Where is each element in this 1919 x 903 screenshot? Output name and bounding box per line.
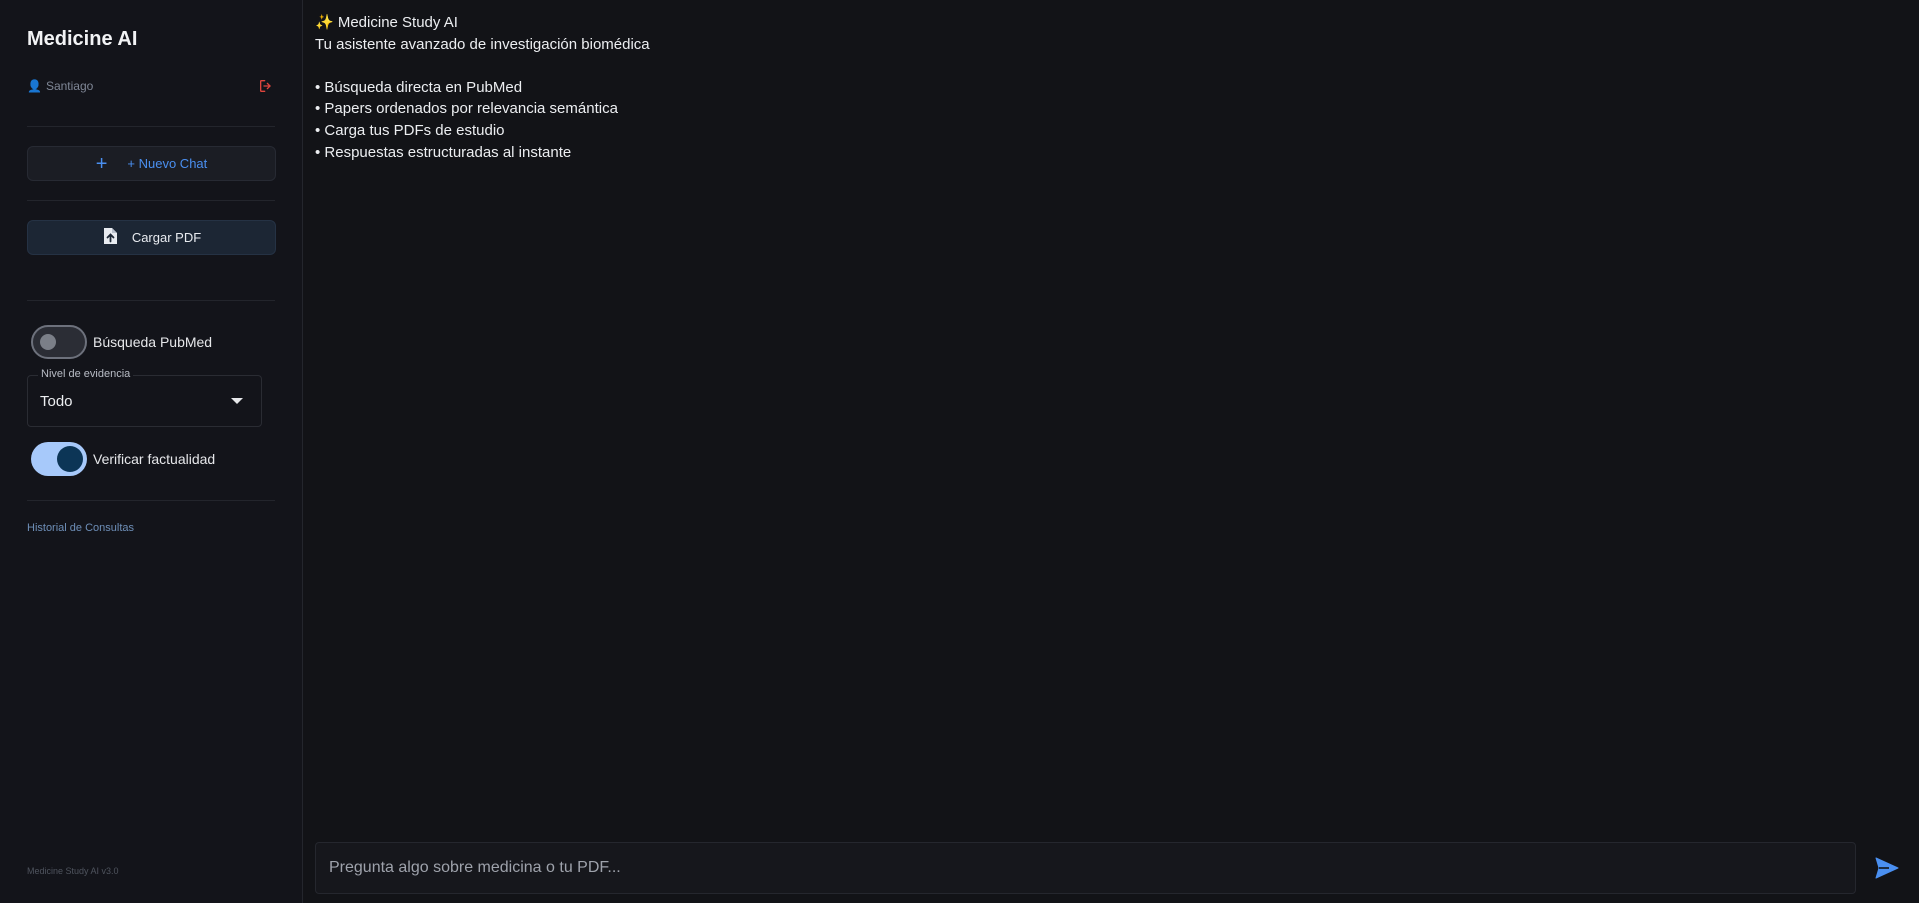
toggle-knob <box>40 334 56 350</box>
pubmed-toggle[interactable] <box>31 325 87 359</box>
message-input[interactable] <box>316 843 1855 893</box>
composer <box>315 842 1856 894</box>
chat-main: ✨ Medicine Study AI Tu asistente avanzad… <box>303 0 1919 903</box>
new-chat-button[interactable]: + + Nuevo Chat <box>27 146 276 181</box>
plus-icon: + <box>95 152 108 175</box>
chevron-down-icon <box>231 398 243 404</box>
upload-pdf-label: Cargar PDF <box>131 230 202 245</box>
divider <box>27 300 275 301</box>
divider <box>27 126 275 127</box>
welcome-message: ✨ Medicine Study AI Tu asistente avanzad… <box>315 12 650 163</box>
evidence-level-select[interactable]: Nivel de evidencia Todo <box>27 368 262 427</box>
send-icon <box>1875 857 1899 879</box>
fact-check-toggle-row: Verificar factualidad <box>31 442 215 476</box>
app-root: Medicine AI 👤 Santiago + + Nuevo Chat Ca… <box>0 0 1919 903</box>
history-title: Historial de Consultas <box>27 522 134 534</box>
sidebar: Medicine AI 👤 Santiago + + Nuevo Chat Ca… <box>0 0 303 903</box>
pubmed-toggle-row: Búsqueda PubMed <box>31 325 212 359</box>
divider <box>27 500 275 501</box>
feature-item: • Carga tus PDFs de estudio <box>315 121 505 139</box>
brand-title: Medicine AI <box>27 28 138 50</box>
send-button[interactable] <box>1874 856 1900 880</box>
user-name: Santiago <box>45 79 94 93</box>
feature-item: • Búsqueda directa en PubMed <box>315 78 523 96</box>
welcome-subtitle: Tu asistente avanzado de investigación b… <box>315 35 650 53</box>
fact-check-toggle-label: Verificar factualidad <box>93 451 216 467</box>
user-row: 👤 Santiago <box>27 76 275 96</box>
file-upload-icon <box>102 227 118 248</box>
toggle-knob <box>57 446 83 472</box>
evidence-level-label: Nivel de evidencia <box>38 368 134 380</box>
evidence-level-value: Todo <box>40 393 73 410</box>
user-info: 👤 Santiago <box>27 79 93 93</box>
pubmed-toggle-label: Búsqueda PubMed <box>93 334 213 350</box>
feature-item: • Respuestas estructuradas al instante <box>315 143 572 161</box>
new-chat-label: + Nuevo Chat <box>127 156 208 171</box>
user-icon: 👤 <box>27 79 42 93</box>
logout-icon[interactable] <box>257 77 275 95</box>
upload-pdf-button[interactable]: Cargar PDF <box>27 220 276 255</box>
divider <box>27 200 275 201</box>
version-label: Medicine Study AI v3.0 <box>27 866 119 876</box>
fact-check-toggle[interactable] <box>31 442 87 476</box>
welcome-title: ✨ Medicine Study AI <box>315 14 458 31</box>
feature-item: • Papers ordenados por relevancia semánt… <box>315 100 618 118</box>
